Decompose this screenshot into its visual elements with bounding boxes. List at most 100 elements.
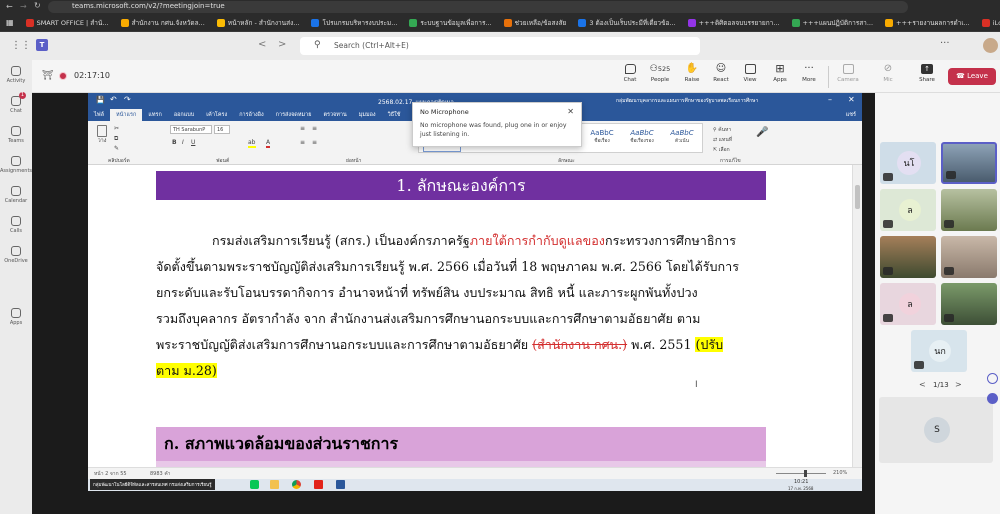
scrollbar-thumb[interactable] — [855, 185, 860, 209]
apps-grid-icon[interactable]: ▦ — [0, 18, 20, 27]
forward-arrow-icon[interactable]: > — [278, 39, 286, 50]
participant-video-5[interactable] — [941, 283, 997, 325]
leave-button[interactable]: ☎ Leave — [948, 68, 996, 85]
zoom-thumb[interactable] — [804, 470, 807, 477]
close-icon[interactable]: ✕ — [848, 95, 855, 104]
word-app-icon[interactable] — [336, 480, 345, 489]
document-page[interactable]: 1. ลักษณะองค์การ กรมส่งเสริมการเรียนรู้ … — [88, 165, 862, 467]
bookmark-item[interactable]: โปรแกรมบริหารงบประม... — [305, 18, 403, 28]
participant-tile-3[interactable]: ล — [880, 283, 936, 325]
ribbon-tab[interactable]: ไฟล์ — [88, 109, 110, 121]
view-button[interactable]: View — [736, 64, 764, 90]
forward-icon[interactable]: → — [20, 2, 27, 11]
share-button[interactable]: ↑ Share — [913, 64, 941, 90]
close-icon[interactable]: ✕ — [567, 107, 574, 116]
vertical-scrollbar[interactable] — [852, 165, 862, 467]
ribbon-tab[interactable]: หน้าแรก — [110, 109, 143, 121]
line-app-icon[interactable] — [250, 480, 259, 489]
apps-float-icon[interactable] — [987, 393, 998, 404]
ribbon-tab[interactable]: การอ้างอิง — [233, 109, 269, 121]
previous-page-icon[interactable]: < — [919, 380, 926, 389]
cut-icon[interactable]: ✂ — [114, 125, 119, 132]
align-center-icon[interactable]: ≡ — [312, 139, 317, 146]
zoom-slider[interactable] — [776, 470, 826, 477]
rail-item-apps[interactable]: Apps — [0, 302, 32, 332]
style-item[interactable]: AaBbC ชื่อเรื่อง — [583, 126, 621, 152]
format-painter-icon[interactable]: ✎ — [114, 145, 119, 152]
mic-button[interactable]: ⊘ Mic — [874, 64, 902, 90]
paste-button[interactable]: วาง — [94, 125, 110, 149]
bookmark-item[interactable]: +++ดิศิตอลจบบรรยายกา... — [682, 18, 786, 28]
more-button[interactable]: ··· More — [795, 64, 823, 90]
style-item[interactable]: AaBbC ชื่อเรื่องรอง — [623, 126, 661, 152]
dictate-icon[interactable]: 🎤 — [756, 127, 768, 138]
bold-button[interactable]: B — [172, 139, 177, 146]
ribbon-tab[interactable]: ตรวจทาน — [317, 109, 352, 121]
chrome-icon[interactable] — [292, 480, 301, 489]
underline-button[interactable]: U — [191, 139, 195, 146]
bookmark-item[interactable]: +++รายงานผลการดำเ... — [879, 18, 976, 28]
apps-button[interactable]: ⊞ Apps — [766, 63, 794, 90]
rail-item-calls[interactable]: Calls — [0, 210, 32, 240]
font-size-select[interactable]: 16 — [214, 125, 230, 134]
participant-video-2[interactable] — [941, 189, 997, 231]
ribbon-tab[interactable]: ออกแบบ — [168, 109, 200, 121]
participant-tile-2[interactable]: ล — [880, 189, 936, 231]
rail-item-assignments[interactable]: Assignments — [0, 150, 32, 180]
self-view-tile[interactable]: S — [879, 397, 993, 463]
people-button[interactable]: ⚇525 People — [646, 64, 674, 90]
highlight-icon[interactable]: ab — [248, 139, 256, 148]
font-name-select[interactable]: TH SarabunP — [170, 125, 212, 134]
raise-hand-button[interactable]: ✋ Raise — [678, 64, 706, 90]
undo-icon[interactable]: ↶ — [110, 95, 117, 104]
bullets-icon[interactable]: ≡ — [300, 125, 305, 132]
folder-icon[interactable] — [270, 480, 279, 489]
rail-item-calendar[interactable]: Calendar — [0, 180, 32, 210]
next-page-icon[interactable]: > — [955, 380, 962, 389]
copilot-icon[interactable] — [987, 373, 998, 384]
copy-icon[interactable]: ⧉ — [114, 135, 118, 143]
redo-icon[interactable]: ↷ — [124, 95, 131, 104]
numbering-icon[interactable]: ≡ — [312, 125, 317, 132]
style-item[interactable]: AaBbC ตัวเน้น — [663, 126, 701, 152]
participant-video-4[interactable] — [941, 236, 997, 278]
chat-button[interactable]: Chat — [616, 64, 644, 90]
ribbon-tab[interactable]: การส่งจดหมาย — [270, 109, 318, 121]
ribbon-tab[interactable]: มุมมอง — [353, 109, 382, 121]
participant-tile-4[interactable]: นก — [911, 330, 967, 372]
rail-item-activity[interactable]: Activity — [0, 60, 32, 90]
bookmark-item[interactable]: สำนักงาน กศน.จังหวัดล... — [115, 18, 211, 28]
camera-button[interactable]: Camera — [834, 64, 862, 90]
app-launcher-icon[interactable]: ⋮⋮ — [11, 40, 31, 51]
rail-item-teams[interactable]: Teams — [0, 120, 32, 150]
italic-button[interactable]: I — [182, 139, 184, 146]
ribbon-tab[interactable]: แทรก — [142, 109, 167, 121]
acrobat-icon[interactable] — [314, 480, 323, 489]
bookmark-item[interactable]: SMART OFFICE | สำนั... — [20, 18, 115, 28]
bookmark-item[interactable]: ระบบฐานข้อมูลเพื่อการ... — [403, 18, 497, 28]
rail-item-onedrive[interactable]: OneDrive — [0, 240, 32, 270]
back-icon[interactable]: ← — [6, 2, 13, 11]
editing-select-button[interactable]: ⇱ เลือก — [713, 145, 773, 155]
font-color-icon[interactable]: A — [266, 139, 271, 148]
bookmark-item[interactable]: 3 ต้องเป็นเร็บประมีที่เดี่ยวข้อ... — [572, 18, 681, 28]
search-input[interactable]: ⚲ Search (Ctrl+Alt+E) — [300, 37, 700, 55]
ribbon-tab[interactable]: วิธีใช้ — [382, 109, 407, 121]
participant-tile-1[interactable]: นโ — [880, 142, 936, 184]
back-arrow-icon[interactable]: < — [258, 39, 266, 50]
bookmark-item[interactable]: iLovePDF | เครื่องมือ... — [976, 18, 1000, 28]
bookmark-item[interactable]: หน้าหลัก - สำนักงานส่ง... — [211, 18, 306, 28]
more-options-icon[interactable]: ··· — [940, 38, 950, 49]
user-avatar[interactable] — [983, 38, 998, 53]
minimize-icon[interactable]: – — [828, 95, 832, 104]
bookmark-item[interactable]: ช่วยเหลือ/ข้อสงสัย — [498, 18, 573, 28]
reload-icon[interactable]: ↻ — [34, 1, 41, 10]
ribbon-tab[interactable]: เค้าโครง — [200, 109, 233, 121]
participant-video-3[interactable] — [880, 236, 936, 278]
share-button[interactable]: แชร์ — [840, 109, 862, 121]
bookmark-item[interactable]: +++แผนปฏิบัติการสา... — [786, 18, 880, 28]
url-field[interactable]: teams.microsoft.com/v2/?meetingjoin=true — [48, 1, 908, 13]
align-left-icon[interactable]: ≡ — [300, 139, 305, 146]
react-button[interactable]: ☺ React — [707, 64, 735, 90]
participant-video-1[interactable] — [941, 142, 997, 184]
